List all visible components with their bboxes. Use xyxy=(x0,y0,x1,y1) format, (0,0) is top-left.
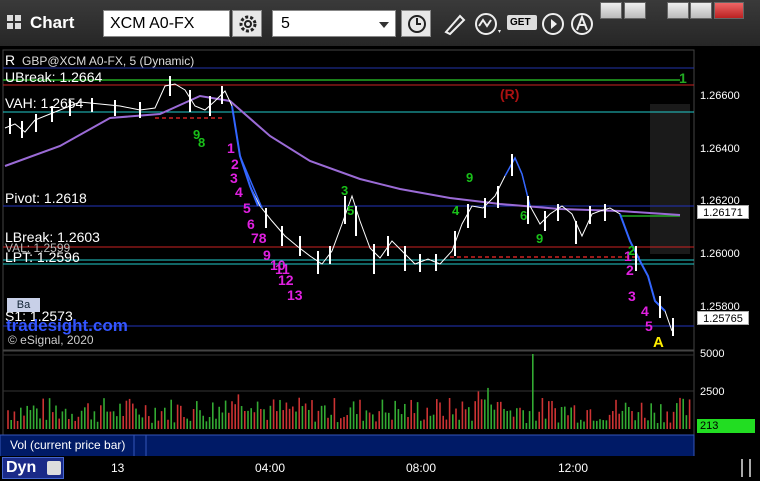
ubreak-label: UBreak: 1.2664 xyxy=(5,69,103,85)
interval-select[interactable]: 5 xyxy=(272,10,396,37)
seq-label: 12 xyxy=(278,272,294,288)
seq-label: 2 xyxy=(626,262,634,278)
time-label: 08:00 xyxy=(406,461,437,475)
seq-label: 13 xyxy=(287,287,303,303)
seq-label: 1 xyxy=(227,140,235,156)
price-tick: 1.26000 xyxy=(700,248,740,260)
price-tick: 1.26400 xyxy=(700,143,740,155)
setup-count: 3 xyxy=(341,183,349,198)
studies-icon[interactable] xyxy=(474,12,504,36)
seq-label: 78 xyxy=(251,230,267,246)
window-title: Chart xyxy=(30,13,75,32)
seq-label: 5 xyxy=(645,318,653,334)
r-level-label: R xyxy=(5,52,16,68)
pin-button[interactable] xyxy=(624,2,646,19)
seq-label: 5 xyxy=(243,200,251,216)
a-marker: A xyxy=(653,334,664,351)
volume-tick: 5000 xyxy=(700,348,725,360)
gear-icon xyxy=(239,15,257,33)
chart-grid-icon xyxy=(7,15,21,29)
chart-header-text: GBP@XCM A0-FX, 5 (Dynamic) xyxy=(22,54,195,68)
volume-tick: 2500 xyxy=(700,386,725,398)
alert-icon[interactable] xyxy=(570,12,594,36)
last-price-tag: 1.25765 xyxy=(697,311,749,325)
price-chart[interactable] xyxy=(0,46,760,481)
volume-current-tag: 213 xyxy=(697,419,755,433)
time-label: 13 xyxy=(111,461,125,475)
volume-label: Vol (current price bar) xyxy=(10,438,126,452)
close-button[interactable] xyxy=(714,2,744,19)
minimize-button[interactable] xyxy=(667,2,689,19)
setup-count: 9 xyxy=(536,231,544,246)
r-marker: (R) xyxy=(500,86,520,102)
setup-count: 6 xyxy=(520,208,528,223)
time-label: 04:00 xyxy=(255,461,286,475)
title-bar: Chart XCM A0-FX 5 GET xyxy=(0,0,760,47)
setup-count: 4 xyxy=(452,203,460,218)
vah-label: VAH: 1.2654 xyxy=(5,95,84,111)
pivot-label: Pivot: 1.2618 xyxy=(5,190,87,206)
get-label: GET xyxy=(507,15,537,30)
ma-price-tag: 1.26171 xyxy=(697,205,749,219)
play-circle-icon[interactable] xyxy=(541,12,565,36)
interval-value: 5 xyxy=(281,15,290,32)
copyright: © eSignal, 2020 xyxy=(8,333,94,347)
chart-settings-button[interactable] xyxy=(232,10,262,37)
lpt-label: LPT: 1.2596 xyxy=(5,249,80,265)
seq-label: 4 xyxy=(641,303,649,319)
chevron-down-icon xyxy=(379,22,389,28)
maximize-button[interactable] xyxy=(690,2,712,19)
green-one-marker: 1 xyxy=(679,70,687,86)
restore-button[interactable] xyxy=(600,2,622,19)
price-tick: 1.26600 xyxy=(700,90,740,102)
time-template-button[interactable] xyxy=(401,10,431,37)
pause-icon[interactable] xyxy=(741,459,751,477)
symbol-input[interactable]: XCM A0-FX xyxy=(103,10,230,37)
seq-label: 4 xyxy=(235,184,243,200)
time-label: 12:00 xyxy=(558,461,589,475)
symbol-value: XCM A0-FX xyxy=(110,15,195,32)
draw-pencil-icon[interactable] xyxy=(440,12,468,36)
chart-button-small[interactable]: Ba xyxy=(7,298,40,312)
dynamic-toggle[interactable]: Dyn xyxy=(2,457,64,479)
setup-count: 2 xyxy=(628,243,636,258)
setup-count: 5 xyxy=(347,203,355,218)
setup-count: 9 xyxy=(466,170,474,185)
lock-icon xyxy=(47,461,61,475)
dyn-label: Dyn xyxy=(6,459,37,476)
seq-label: 3 xyxy=(628,288,636,304)
clock-icon xyxy=(408,15,426,33)
setup-count: 8 xyxy=(198,135,206,150)
get-data-button[interactable]: GET xyxy=(507,12,537,36)
